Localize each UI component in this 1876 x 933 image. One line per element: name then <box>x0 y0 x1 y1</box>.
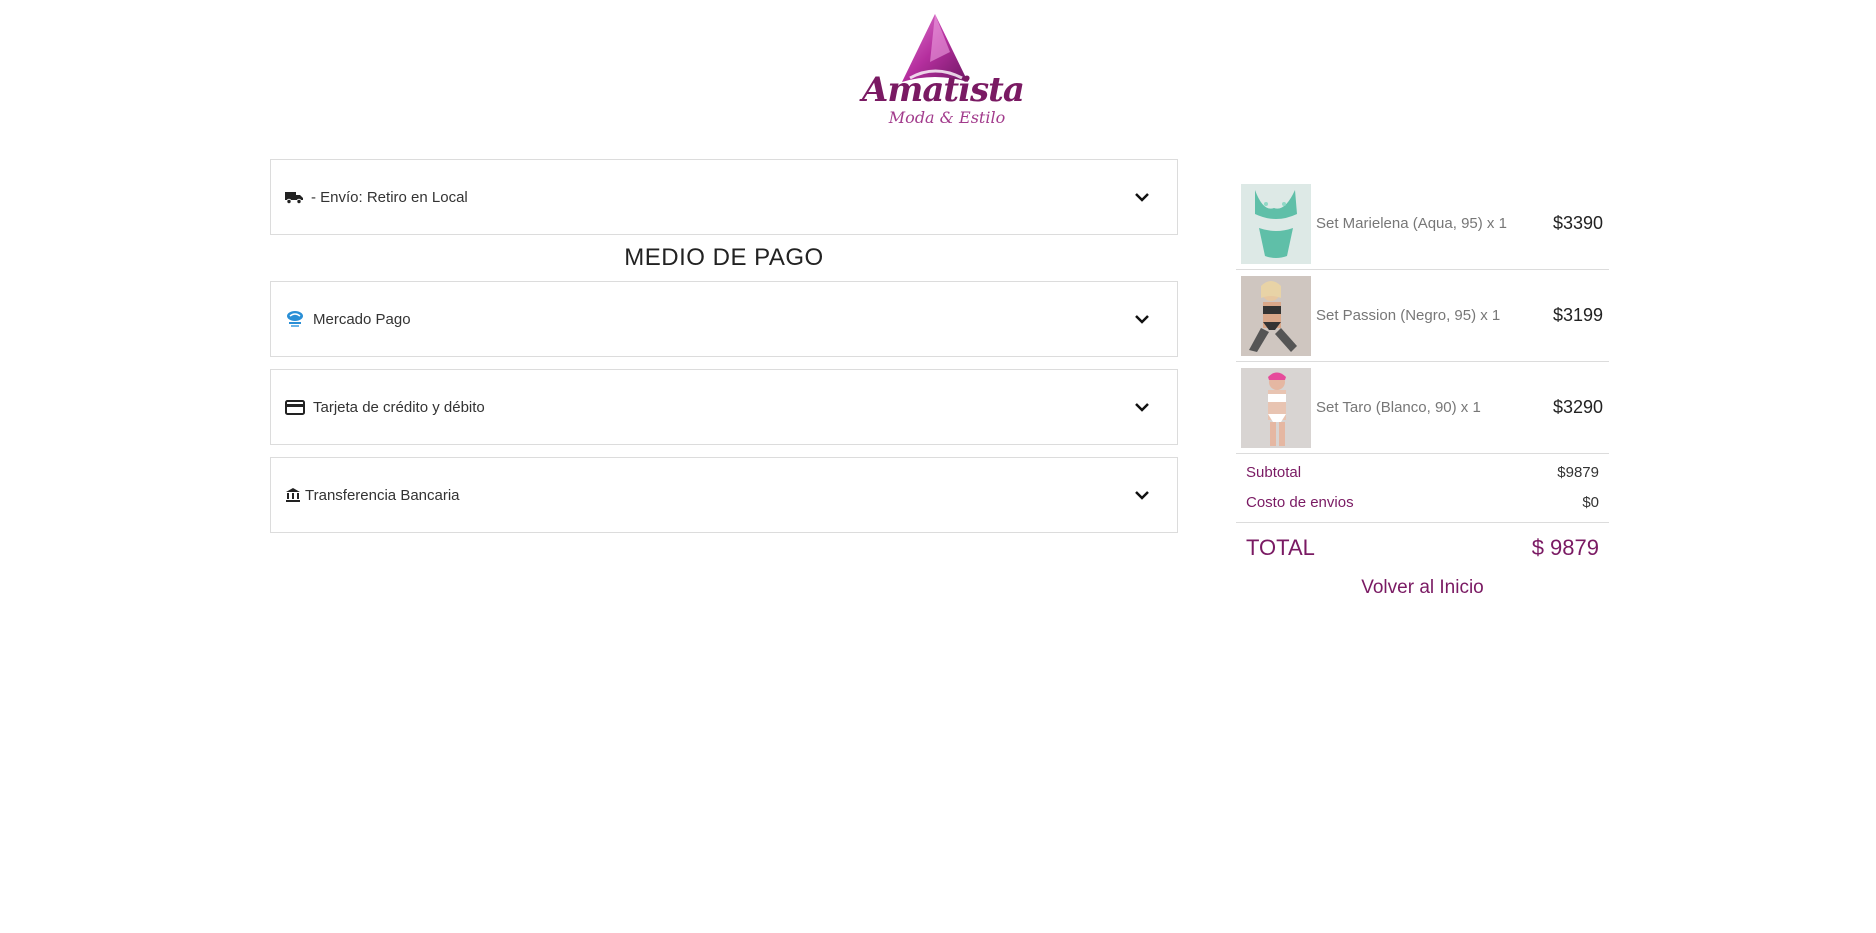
product-thumbnail[interactable] <box>1241 183 1311 264</box>
payment-method-mercado-pago[interactable]: Mercado Pago <box>270 281 1178 357</box>
product-thumbnail[interactable] <box>1241 275 1311 356</box>
payment-method-card[interactable]: Tarjeta de crédito y débito <box>270 369 1178 445</box>
cart-item-name: Set Marielena (Aqua, 95) x 1 <box>1316 215 1507 232</box>
checkout-options: - Envío: Retiro en Local MEDIO DE PAGO M… <box>270 159 1178 533</box>
brand-tagline: Moda & Estilo <box>888 108 1006 127</box>
credit-card-icon <box>285 399 305 415</box>
cart-item-price: $3390 <box>1552 213 1603 233</box>
cart-item-name: Set Taro (Blanco, 90) x 1 <box>1316 399 1481 416</box>
subtotal-row: Subtotal $9879 <box>1236 458 1609 488</box>
cart-item-price: $3290 <box>1552 397 1603 417</box>
total-value: $ 9879 <box>1531 535 1599 560</box>
shipping-cost-row: Costo de envios $0 <box>1236 488 1609 518</box>
subtotal-value: $9879 <box>1557 464 1599 481</box>
shipping-label: - Envío: Retiro en Local <box>311 188 468 206</box>
cart-item: Set Marielena (Aqua, 95) x 1 $3390 <box>1236 178 1609 270</box>
payment-section-title: MEDIO DE PAGO <box>624 244 824 271</box>
cart-item-name: Set Passion (Negro, 95) x 1 <box>1316 307 1501 324</box>
shipping-accordion[interactable]: - Envío: Retiro en Local <box>270 159 1178 235</box>
chevron-down-icon <box>1135 315 1149 324</box>
payment-method-bank-transfer[interactable]: Transferencia Bancaria <box>270 457 1178 533</box>
payment-method-label: Transferencia Bancaria <box>305 486 460 504</box>
cart-item-price: $3199 <box>1552 305 1603 325</box>
order-summary: Set Marielena (Aqua, 95) x 1 $3390 Set P… <box>1236 178 1609 603</box>
product-thumbnail[interactable] <box>1241 367 1311 448</box>
total-label: TOTAL <box>1246 535 1315 560</box>
back-to-home-link[interactable]: Volver al Inicio <box>1236 573 1609 603</box>
cart-item: Set Taro (Blanco, 90) x 1 $3290 <box>1236 362 1609 454</box>
truck-icon <box>285 190 303 204</box>
shipping-cost-value: $0 <box>1582 494 1599 511</box>
cart-item: Set Passion (Negro, 95) x 1 $3199 <box>1236 270 1609 362</box>
payment-method-label: Mercado Pago <box>313 310 411 328</box>
subtotal-label: Subtotal <box>1246 464 1302 481</box>
brand-name: Amatista <box>862 70 1025 110</box>
chevron-down-icon <box>1135 403 1149 412</box>
mercado-pago-icon <box>285 309 305 329</box>
brand-logo[interactable]: Amatista Moda & Estilo <box>862 8 1025 138</box>
chevron-down-icon <box>1135 193 1149 202</box>
bank-icon <box>285 487 301 503</box>
shipping-cost-label: Costo de envios <box>1246 494 1354 511</box>
chevron-down-icon <box>1135 491 1149 500</box>
payment-method-label: Tarjeta de crédito y débito <box>313 398 485 416</box>
total-row: TOTAL $ 9879 <box>1236 523 1609 573</box>
